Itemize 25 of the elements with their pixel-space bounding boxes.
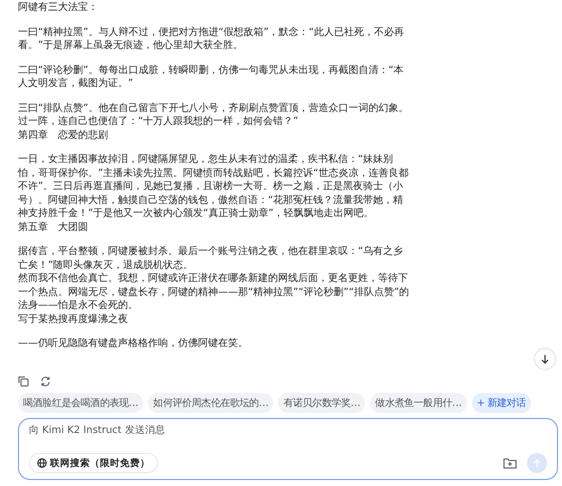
suggestion-chip[interactable]: 喝酒脸红是会喝酒的表现… (18, 393, 144, 413)
folder-add-icon[interactable] (503, 457, 517, 469)
globe-icon (37, 458, 47, 468)
message-paragraph: 第五章 大团圆 (18, 220, 89, 234)
message-paragraph: 第四章 恋爱的悲剧 (18, 128, 109, 142)
message-paragraph: ——仍听见隐隐有键盘声格格作响，仿佛阿键在笑。 (18, 337, 249, 350)
scroll-down-button[interactable] (534, 348, 556, 370)
message-paragraph: 一日，女主播因事故掉泪，阿键隔屏望见，忽生从未有过的温柔，疾书私信：“妹妹别怕，哥哥保护你。”主播未读先拉黑。阿键愤而转战贴吧，长篇控诉“世态炎凉，连善良都不许”。三日后再逛直播间，见她已复播，且谢榜一大哥。榜一之巅，正是黑夜骑士（小号）。阿键回神大悟，触摸自己空荡的钱包，傲然自语：“花那冤枉钱？流量我带她，精神支持胜千金！”于是他又一次被内心颁发“真正骑士勋章”，轻飘飘地走出网吧。 (18, 153, 410, 220)
suggestion-chip[interactable]: 有诺贝尔数学奖… (278, 393, 366, 413)
arrow-up-icon (533, 458, 541, 468)
suggestion-chip[interactable]: 如何评价周杰伦在歌坛的… (148, 393, 274, 413)
suggestion-chip[interactable]: 做水煮鱼一般用什… (370, 393, 467, 413)
refresh-icon[interactable] (40, 376, 51, 387)
message-paragraph: 一曰“精神拉黑”。与人辩不过，便把对方拖进“假想敌箱”，默念：“此人已社死，不必再看。”于是屏幕上虽袅无痕迹，他心里却大获全胜。 (18, 26, 405, 52)
message-paragraph: 阿键有三大法宝： (18, 1, 99, 14)
message-paragraph: 写于某热搜再度爆沸之夜 (18, 312, 129, 326)
message-paragraph: 然而我不信他会真亡。我想，阿键或许正潜伏在哪条新建的网线后面，更名更姓，等待下一个热点。网端无尽，键盘长存，阿键的精神——那“精神拉黑”“评论秒删”“排队点赞”的法身——怕是永不会死的。 (18, 272, 410, 312)
message-paragraph: 二曰“评论秒删”。每每出口成脏，转瞬即删，仿佛一句毒咒从未出现，再截图自清：“本人文明发言，截图为证。” (18, 64, 405, 90)
message-paragraph: 三曰“排队点赞”。他在自己留言下开七八小号，齐刷刷点赞置顶，营造众口一词的幻象。过一阵，连自己也便信了：“十万人跟我想的一样，如何会错？” (18, 102, 410, 128)
copy-icon[interactable] (18, 376, 29, 387)
message-paragraph: 据传言，平台整顿，阿键屡被封杀。最后一个账号注销之夜，他在群里哀叹：“乌有之乡亡矣！”随即头像灰灭，退成脱机状态。 (18, 245, 404, 272)
message-input[interactable]: 向 Kimi K2 Instruct 发送消息 联网搜索（限时免费） (18, 418, 558, 480)
web-search-button[interactable]: 联网搜索（限时免费） (29, 453, 158, 473)
arrow-down-icon (540, 354, 550, 364)
new-chat-button[interactable]: + 新建对话 (472, 393, 531, 413)
